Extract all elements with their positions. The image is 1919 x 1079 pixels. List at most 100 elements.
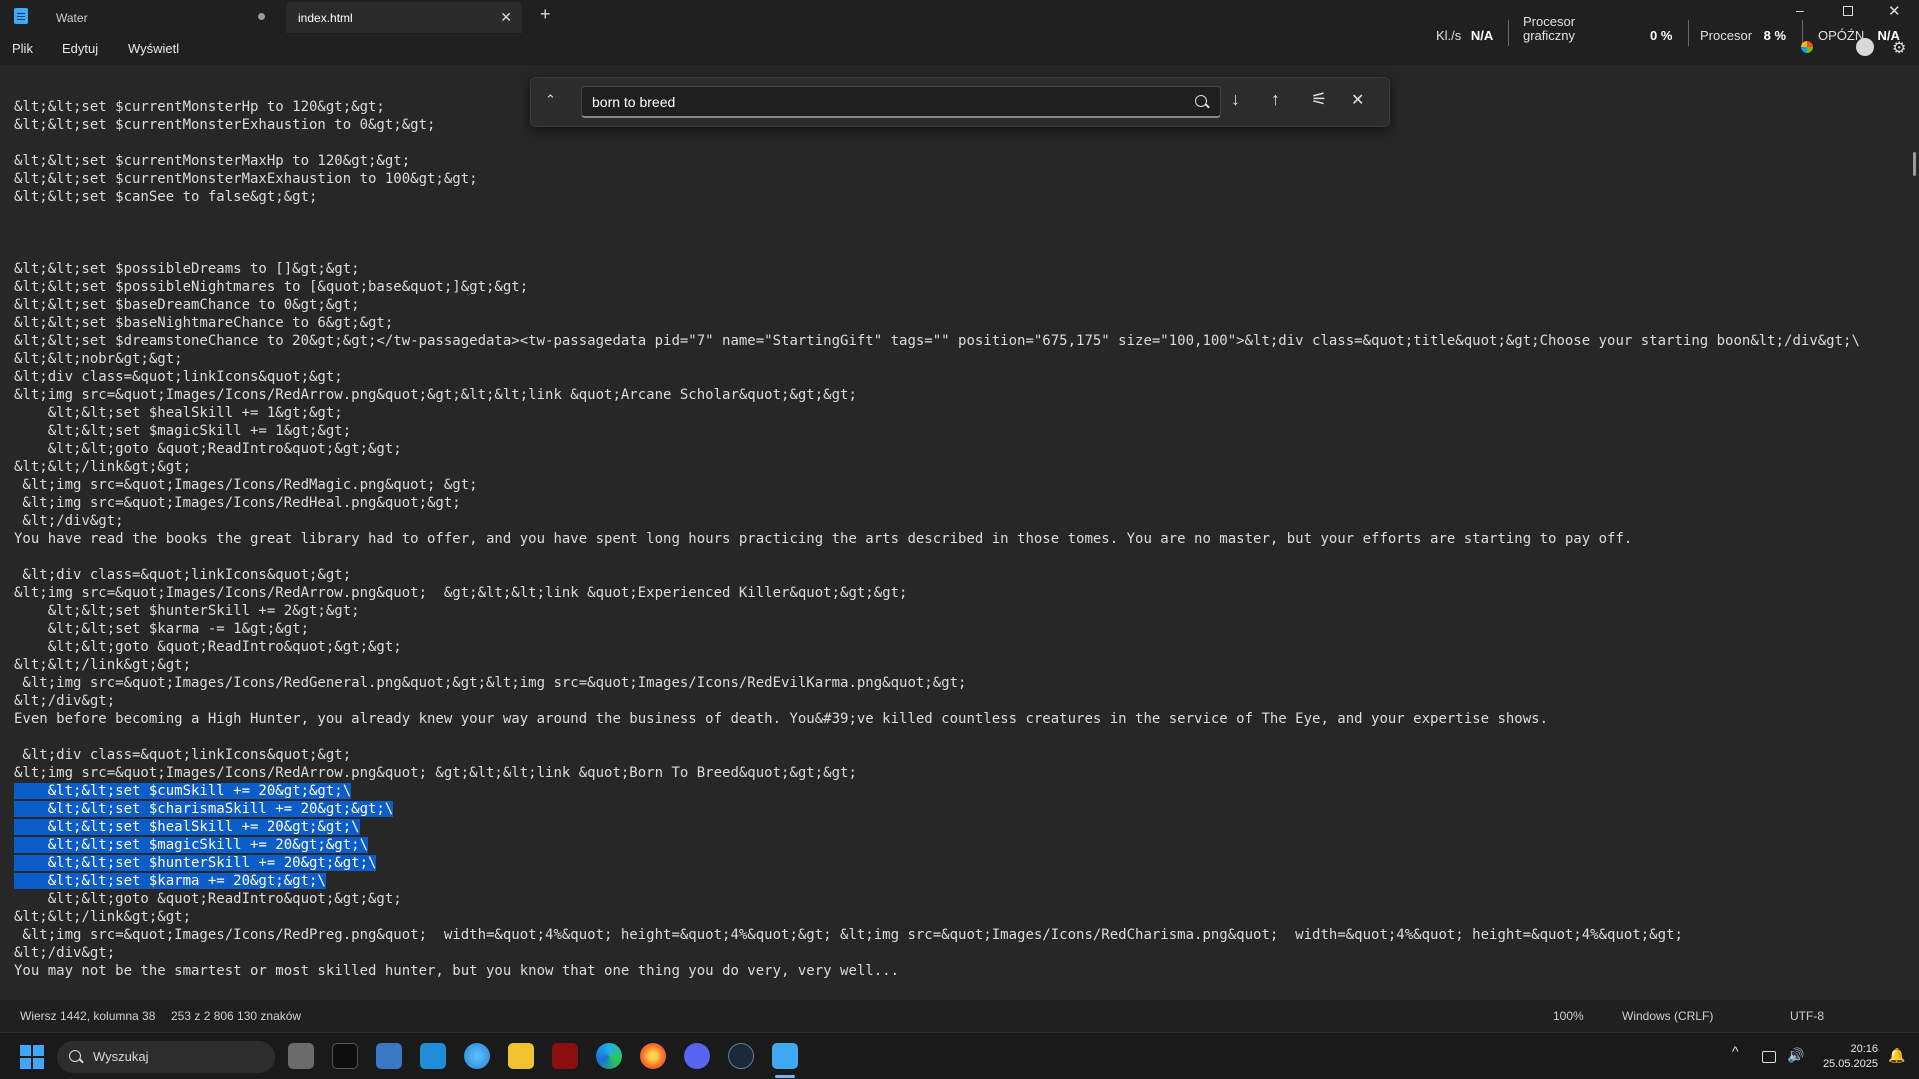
selection-count: 253 z 2 806 130 znaków	[171, 1009, 302, 1023]
search-icon[interactable]	[1195, 95, 1207, 107]
window-close-button[interactable]: ✕	[1888, 2, 1901, 20]
tab-index-html[interactable]: index.html ✕	[286, 2, 522, 33]
new-tab-button[interactable]: +	[540, 4, 551, 25]
code-line[interactable]: You have read the books the great librar…	[14, 530, 1860, 548]
code-line[interactable]: &lt;&lt;nobr&gt;&gt;	[14, 350, 1860, 368]
find-bar: ⌃ ↓ ↑ ⚟ ✕	[530, 77, 1390, 127]
code-line[interactable]	[14, 134, 1860, 152]
edge-browser-icon[interactable]	[596, 1043, 622, 1069]
code-line[interactable]: &lt;&lt;set $karma += 20&gt;&gt;\	[14, 872, 1860, 890]
line-ending[interactable]: Windows (CRLF)	[1622, 1009, 1713, 1023]
code-line[interactable]: &lt;&lt;/link&gt;&gt;	[14, 656, 1860, 674]
firefox-icon[interactable]	[640, 1043, 666, 1069]
paint-icon[interactable]	[464, 1043, 490, 1069]
remote-desktop-icon[interactable]	[420, 1043, 446, 1069]
code-line[interactable]: &lt;&lt;set $charismaSkill += 20&gt;&gt;…	[14, 800, 1860, 818]
toggle-replace-icon[interactable]: ⌃	[545, 92, 556, 108]
notifications-icon[interactable]: 🔔	[1888, 1047, 1905, 1064]
volume-icon[interactable]: 🔊	[1787, 1047, 1804, 1064]
code-line[interactable]: &lt;&lt;set $cumSkill += 20&gt;&gt;\	[14, 782, 1860, 800]
network-icon[interactable]	[1762, 1051, 1776, 1063]
code-line[interactable]: &lt;&lt;set $healSkill += 20&gt;&gt;\	[14, 818, 1860, 836]
close-tab-icon[interactable]: ✕	[500, 9, 512, 26]
tab-water[interactable]: Water	[44, 2, 280, 33]
encoding[interactable]: UTF-8	[1790, 1009, 1824, 1023]
menu-view[interactable]: Wyświetl	[128, 41, 179, 56]
code-line[interactable]: &lt;&lt;set $currentMonsterMaxHp to 120&…	[14, 152, 1860, 170]
notepad-app-icon	[14, 8, 28, 24]
code-line[interactable]: &lt;&lt;goto &quot;ReadIntro&quot;&gt;&g…	[14, 440, 1860, 458]
selected-text: &lt;&lt;set $magicSkill += 20&gt;&gt;\	[14, 837, 369, 853]
find-input[interactable]	[581, 86, 1221, 118]
code-line[interactable]: &lt;img src=&quot;Images/Icons/RedArrow.…	[14, 584, 1860, 602]
code-line[interactable]: &lt;&lt;set $possibleDreams to []&gt;&gt…	[14, 260, 1860, 278]
code-line[interactable]	[14, 728, 1860, 746]
terminal-icon[interactable]	[332, 1043, 358, 1069]
code-line[interactable]: &lt;/div&gt;	[14, 944, 1860, 962]
close-find-button[interactable]: ✕	[1351, 90, 1364, 110]
code-line[interactable]	[14, 206, 1860, 224]
code-line[interactable]: &lt;&lt;set $hunterSkill += 20&gt;&gt;\	[14, 854, 1860, 872]
code-line[interactable]: &lt;div class=&quot;linkIcons&quot;&gt;	[14, 368, 1860, 386]
code-line[interactable]: You may not be the smartest or most skil…	[14, 962, 1860, 980]
code-line[interactable]: &lt;&lt;set $dreamstoneChance to 20&gt;&…	[14, 332, 1860, 350]
task-view-icon[interactable]	[288, 1043, 314, 1069]
code-line[interactable]: &lt;&lt;set $currentMonsterMaxExhaustion…	[14, 170, 1860, 188]
code-line[interactable]: &lt;&lt;goto &quot;ReadIntro&quot;&gt;&g…	[14, 890, 1860, 908]
code-line[interactable]	[14, 548, 1860, 566]
account-avatar-icon[interactable]	[1856, 38, 1874, 56]
discord-icon[interactable]	[684, 1043, 710, 1069]
steam-icon[interactable]	[728, 1043, 754, 1069]
code-line[interactable]: &lt;&lt;/link&gt;&gt;	[14, 458, 1860, 476]
code-line[interactable]: &lt;&lt;set $magicSkill += 20&gt;&gt;\	[14, 836, 1860, 854]
code-line[interactable]: &lt;/div&gt;	[14, 692, 1860, 710]
code-line[interactable]: Even before becoming a High Hunter, you …	[14, 710, 1860, 728]
flash-player-icon[interactable]	[552, 1043, 578, 1069]
cursor-position[interactable]: Wiersz 1442, kolumna 38	[20, 1009, 155, 1023]
code-line[interactable]: &lt;/div&gt;	[14, 512, 1860, 530]
code-line[interactable]: &lt;&lt;set $baseDreamChance to 0&gt;&gt…	[14, 296, 1860, 314]
calculator-icon[interactable]	[376, 1043, 402, 1069]
taskbar-clock[interactable]: 20:16 25.05.2025	[1818, 1042, 1878, 1072]
code-line[interactable]: &lt;&lt;goto &quot;ReadIntro&quot;&gt;&g…	[14, 638, 1860, 656]
code-line[interactable]: &lt;&lt;/link&gt;&gt;	[14, 908, 1860, 926]
menu-file[interactable]: Plik	[12, 41, 33, 56]
find-previous-button[interactable]: ↑	[1271, 89, 1280, 110]
copilot-icon[interactable]	[1801, 41, 1813, 53]
active-app-indicator	[775, 1075, 795, 1078]
gpu-label: Procesor graficzny	[1523, 14, 1576, 43]
find-next-button[interactable]: ↓	[1231, 89, 1240, 110]
code-line[interactable]: &lt;img src=&quot;Images/Icons/RedHeal.p…	[14, 494, 1860, 512]
code-line[interactable]	[14, 224, 1860, 242]
code-line[interactable]: &lt;div class=&quot;linkIcons&quot;&gt;	[14, 746, 1860, 764]
tray-chevron-icon[interactable]: ^	[1732, 1043, 1739, 1059]
code-line[interactable]: &lt;img src=&quot;Images/Icons/RedArrow.…	[14, 386, 1860, 404]
code-line[interactable]: &lt;img src=&quot;Images/Icons/RedGenera…	[14, 674, 1860, 692]
code-line[interactable]: &lt;img src=&quot;Images/Icons/RedArrow.…	[14, 764, 1860, 782]
code-line[interactable]	[14, 242, 1860, 260]
minimize-button[interactable]: –	[1796, 2, 1804, 18]
zoom-level[interactable]: 100%	[1553, 1009, 1584, 1023]
code-line[interactable]: &lt;&lt;set $karma -= 1&gt;&gt;	[14, 620, 1860, 638]
find-options-icon[interactable]: ⚟	[1311, 89, 1327, 110]
selected-text: &lt;&lt;set $karma += 20&gt;&gt;\	[14, 873, 326, 889]
restore-button[interactable]	[1843, 6, 1853, 16]
code-line[interactable]: &lt;&lt;set $possibleNightmares to [&quo…	[14, 278, 1860, 296]
vertical-scrollbar-thumb[interactable]	[1913, 152, 1916, 176]
taskbar-search[interactable]: Wyszukaj	[57, 1041, 275, 1073]
code-line[interactable]: &lt;&lt;set $hunterSkill += 2&gt;&gt;	[14, 602, 1860, 620]
notepad-taskbar-icon[interactable]	[772, 1043, 798, 1069]
code-line[interactable]: &lt;img src=&quot;Images/Icons/RedPreg.p…	[14, 926, 1860, 944]
code-line[interactable]: &lt;&lt;set $magicSkill += 1&gt;&gt;	[14, 422, 1860, 440]
code-line[interactable]: &lt;&lt;set $canSee to false&gt;&gt;	[14, 188, 1860, 206]
settings-gear-icon[interactable]: ⚙	[1892, 38, 1906, 58]
windows-start-icon[interactable]	[20, 1045, 44, 1069]
code-line[interactable]: &lt;div class=&quot;linkIcons&quot;&gt;	[14, 566, 1860, 584]
code-text[interactable]: &lt;&lt;set $currentMonsterHp to 120&gt;…	[14, 98, 1860, 980]
file-explorer-icon[interactable]	[508, 1043, 534, 1069]
code-line[interactable]: &lt;img src=&quot;Images/Icons/RedMagic.…	[14, 476, 1860, 494]
editor-area[interactable]: &lt;&lt;set $currentMonsterHp to 120&gt;…	[0, 65, 1919, 1000]
code-line[interactable]: &lt;&lt;set $healSkill += 1&gt;&gt;	[14, 404, 1860, 422]
menu-edit[interactable]: Edytuj	[62, 41, 98, 56]
code-line[interactable]: &lt;&lt;set $baseNightmareChance to 6&gt…	[14, 314, 1860, 332]
